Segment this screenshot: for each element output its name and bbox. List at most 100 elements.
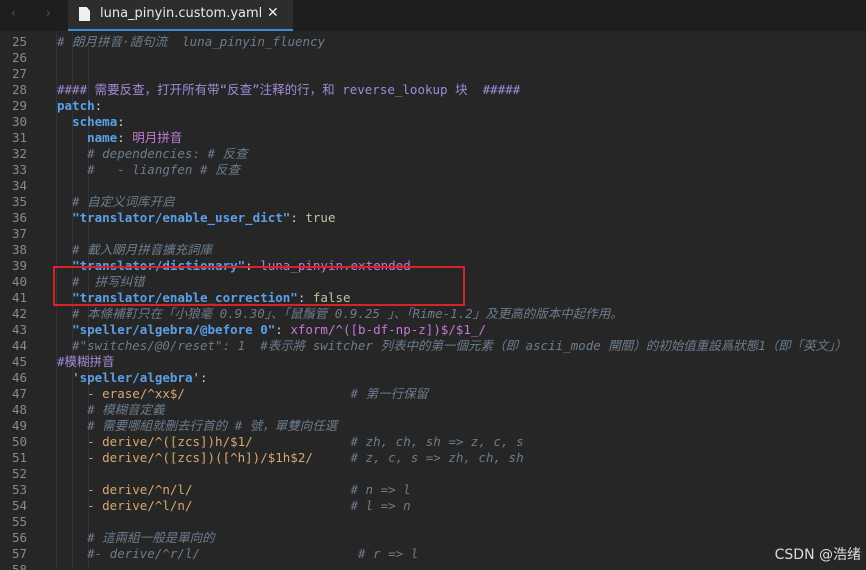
code-token: # 這兩組一般是單向的 <box>57 530 215 545</box>
line-code: - derive/^l/n/ # l => n <box>57 498 411 514</box>
line-code: # 這兩組一般是單向的 <box>57 530 215 546</box>
line-code: "speller/algebra/@before 0": xform/^([b-… <box>57 322 486 338</box>
code-token: schema <box>72 114 118 129</box>
line-number: 45 <box>11 354 27 369</box>
code-token: # 本條補靪只在「小狼毫 0.9.30」、「鼠鬚管 0.9.25 」、「Rime… <box>57 306 623 321</box>
line-number: 30 <box>11 114 27 129</box>
code-line[interactable]: 51 - derive/^([zcs])([^h])/$1h$2/ # z, c… <box>0 450 866 466</box>
code-token: # n => l <box>192 482 411 497</box>
line-code: # dependencies: # 反查 <box>57 146 248 162</box>
code-line[interactable]: 58 <box>0 562 866 570</box>
code-line[interactable]: 57 #- derive/^r/l/ # r => l <box>0 546 866 562</box>
line-code: # 需要哪組就刪去行首的 # 號，單雙向任選 <box>57 418 337 434</box>
code-line[interactable]: 56 # 這兩組一般是單向的 <box>0 530 866 546</box>
code-line[interactable]: 52 <box>0 466 866 482</box>
code-line[interactable]: 50 - derive/^([zcs])h/$1/ # zh, ch, sh =… <box>0 434 866 450</box>
code-token: - derive/^([zcs])h/$1/ <box>87 434 253 449</box>
line-number: 34 <box>11 178 27 193</box>
code-token: # 朗月拼音·語句流 luna_pinyin_fluency <box>57 34 326 49</box>
code-line[interactable]: 35 # 自定义词库开启 <box>0 194 866 210</box>
line-number: 56 <box>11 530 27 545</box>
code-token: # dependencies: # 反查 <box>57 146 248 161</box>
line-code: - erase/^xx$/ # 第一行保留 <box>57 386 428 402</box>
code-line[interactable]: 31 name: 明月拼音 <box>0 130 866 146</box>
code-token: - erase/^xx$/ <box>87 386 185 401</box>
code-line[interactable]: 48 # 模糊音定義 <box>0 402 866 418</box>
line-code: #- derive/^r/l/ # r => l <box>57 546 418 562</box>
code-token: # 自定义词库开启 <box>57 194 175 209</box>
code-token: # - liangfen # 反查 <box>57 162 241 177</box>
code-line[interactable]: 25 # 朗月拼音·語句流 luna_pinyin_fluency <box>0 34 866 50</box>
code-token: name <box>87 130 118 145</box>
back-arrow-icon[interactable]: ‹ <box>11 6 16 20</box>
code-line[interactable]: 32 # dependencies: # 反查 <box>0 146 866 162</box>
line-number: 58 <box>11 562 27 570</box>
close-icon[interactable]: ✕ <box>267 5 279 21</box>
line-number: 40 <box>11 274 27 289</box>
code-line[interactable]: 36 "translator/enable_user_dict": true <box>0 210 866 226</box>
code-token: # 第一行保留 <box>184 386 429 401</box>
forward-arrow-icon[interactable]: › <box>46 6 51 20</box>
code-token: - derive/^([zcs])([^h])/$1h$2/ <box>87 450 313 465</box>
code-line[interactable]: 30 schema: <box>0 114 866 130</box>
code-token: # l => n <box>192 498 411 513</box>
code-line[interactable]: 29 patch: <box>0 98 866 114</box>
line-number: 53 <box>11 482 27 497</box>
code-token: #- derive/^r/l/ # r => l <box>57 546 419 561</box>
code-token: 明月拼音 <box>132 130 183 145</box>
highlight-box <box>53 266 465 306</box>
line-code: patch: <box>57 98 102 114</box>
line-code: schema: <box>57 114 125 130</box>
code-line[interactable]: 37 <box>0 226 866 242</box>
code-line[interactable]: 44 #"switches/@0/reset": 1 #表示將 switcher… <box>0 338 866 354</box>
code-line[interactable]: 45 #模糊拼音 <box>0 354 866 370</box>
tab-bar: ‹ › luna_pinyin.custom.yaml ✕ <box>0 0 866 31</box>
code-line[interactable]: 38 # 載入朙月拼音擴充詞庫 <box>0 242 866 258</box>
line-code: name: 明月拼音 <box>57 130 182 146</box>
code-token: "translator/enable_user_dict" <box>72 210 291 225</box>
line-code: "translator/enable_user_dict": true <box>57 210 335 226</box>
code-line[interactable]: 46 'speller/algebra': <box>0 370 866 386</box>
line-number: 43 <box>11 322 27 337</box>
line-number: 32 <box>11 146 27 161</box>
line-number: 35 <box>11 194 27 209</box>
code-line[interactable]: 33 # - liangfen # 反查 <box>0 162 866 178</box>
code-line[interactable]: 49 # 需要哪組就刪去行首的 # 號，單雙向任選 <box>0 418 866 434</box>
file-icon <box>79 7 90 21</box>
line-number: 33 <box>11 162 27 177</box>
code-line[interactable]: 55 <box>0 514 866 530</box>
code-line[interactable]: 26 <box>0 50 866 66</box>
code-line[interactable]: 27 <box>0 66 866 82</box>
line-number: 47 <box>11 386 27 401</box>
line-number: 57 <box>11 546 27 561</box>
code-line[interactable]: 34 <box>0 178 866 194</box>
watermark: CSDN @浩绪 <box>774 547 861 563</box>
line-code: 'speller/algebra': <box>57 370 208 386</box>
line-number: 44 <box>11 338 27 353</box>
line-code: # 本條補靪只在「小狼毫 0.9.30」、「鼠鬚管 0.9.25 」、「Rime… <box>57 306 623 322</box>
code-token: : <box>200 370 208 385</box>
code-line[interactable]: 42 # 本條補靪只在「小狼毫 0.9.30」、「鼠鬚管 0.9.25 」、「R… <box>0 306 866 322</box>
code-token: # 需要哪組就刪去行首的 # 號，單雙向任選 <box>57 418 338 433</box>
line-code: # 自定义词库开启 <box>57 194 175 210</box>
line-number: 51 <box>11 450 27 465</box>
line-number: 50 <box>11 434 27 449</box>
code-line[interactable]: 47 - erase/^xx$/ # 第一行保留 <box>0 386 866 402</box>
code-editor[interactable]: 25 # 朗月拼音·語句流 luna_pinyin_fluency 26 27 28 ##… <box>0 31 866 570</box>
line-number: 37 <box>11 226 27 241</box>
code-line[interactable]: 53 - derive/^n/l/ # n => l <box>0 482 866 498</box>
tab-luna-pinyin-custom[interactable]: luna_pinyin.custom.yaml ✕ <box>68 0 293 31</box>
code-line[interactable]: 54 - derive/^l/n/ # l => n <box>0 498 866 514</box>
code-token: # 載入朙月拼音擴充詞庫 <box>57 242 213 257</box>
code-line[interactable]: 28 #### 需要反查，打开所有带“反查”注释的行，和 reverse_look… <box>0 82 866 98</box>
code-line[interactable]: 43 "speller/algebra/@before 0": xform/^(… <box>0 322 866 338</box>
line-number: 55 <box>11 514 27 529</box>
line-number: 54 <box>11 498 27 513</box>
code-token: : <box>94 98 103 113</box>
code-token: : <box>117 130 133 145</box>
line-number: 31 <box>11 130 27 145</box>
